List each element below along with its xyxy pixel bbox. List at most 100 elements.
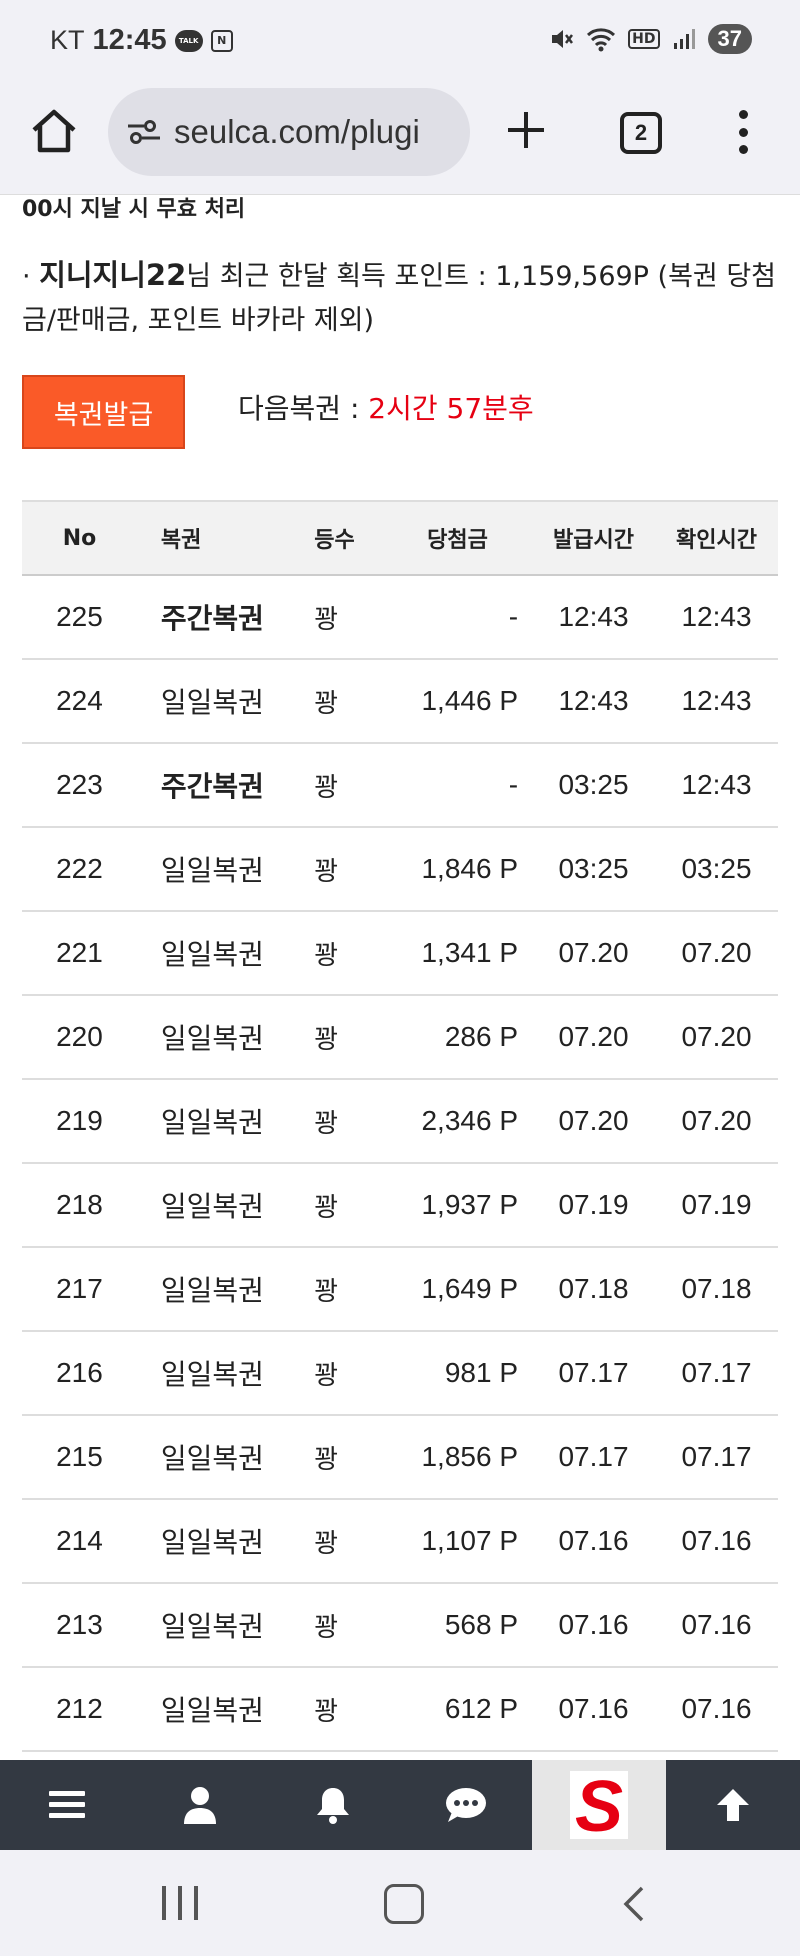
status-bar: KT 12:45 TALK N HD 37 bbox=[0, 0, 800, 82]
wifi-icon bbox=[587, 28, 616, 52]
recent-apps-icon[interactable] bbox=[162, 1886, 198, 1920]
cell-kind: 일일복권 bbox=[136, 1163, 314, 1248]
cell-checked: 07.16 bbox=[654, 1667, 778, 1752]
cell-issued: 12:43 bbox=[532, 659, 655, 744]
table-row: 220 일일복권 꽝 286 P 07.20 07.20 bbox=[22, 995, 778, 1080]
chat-icon bbox=[445, 1788, 486, 1822]
header-prize: 당첨금 bbox=[395, 500, 533, 576]
cell-no: 224 bbox=[22, 659, 137, 744]
cell-checked: 12:43 bbox=[654, 659, 778, 744]
table-row: 212 일일복권 꽝 612 P 07.16 07.16 bbox=[22, 1667, 778, 1752]
header-issued: 발급시간 bbox=[532, 500, 655, 576]
nav-profile-button[interactable] bbox=[133, 1760, 266, 1850]
table-row: 214 일일복권 꽝 1,107 P 07.16 07.16 bbox=[22, 1499, 778, 1584]
cell-checked: 12:43 bbox=[654, 575, 778, 660]
back-icon[interactable] bbox=[614, 1884, 654, 1924]
site-bottom-nav: S bbox=[0, 1760, 800, 1850]
cell-kind: 일일복권 bbox=[136, 1667, 314, 1752]
table-row: 223 주간복권 꽝 -03:25 12:43 bbox=[22, 743, 778, 828]
cell-prize: 1,446 P bbox=[395, 659, 533, 744]
cell-issued: 03:25 bbox=[532, 743, 655, 828]
cell-checked: 07.20 bbox=[654, 911, 778, 996]
cell-rank: 꽝 bbox=[313, 995, 396, 1080]
system-navigation-bar bbox=[0, 1850, 800, 1956]
cell-rank: 꽝 bbox=[313, 1499, 396, 1584]
address-bar[interactable]: seulca.com/plugi bbox=[108, 88, 470, 176]
more-menu-icon[interactable] bbox=[736, 110, 750, 154]
cell-checked: 07.20 bbox=[654, 1079, 778, 1164]
cell-rank: 꽝 bbox=[313, 1751, 396, 1760]
cell-prize: 1,649 P bbox=[395, 1247, 533, 1332]
table-row: 224 일일복권 꽝 1,446 P 12:43 12:43 bbox=[22, 659, 778, 744]
plus-icon bbox=[508, 112, 544, 148]
cell-checked: 07.20 bbox=[654, 995, 778, 1080]
cell-no: 217 bbox=[22, 1247, 137, 1332]
nav-chat-button[interactable] bbox=[399, 1760, 532, 1850]
cell-checked: 07.17 bbox=[654, 1331, 778, 1416]
table-row: 225 주간복권 꽝 -12:43 12:43 bbox=[22, 575, 778, 660]
menu-icon bbox=[48, 1791, 85, 1818]
site-settings-icon[interactable] bbox=[126, 117, 162, 147]
header-no: No bbox=[22, 500, 137, 576]
clock: 12:45 bbox=[92, 24, 167, 56]
url-text[interactable]: seulca.com/plugi bbox=[174, 113, 420, 151]
cell-prize: - bbox=[395, 743, 533, 828]
home-icon[interactable] bbox=[28, 106, 80, 158]
cell-checked: 12:43 bbox=[654, 743, 778, 828]
cell-prize: 1,204 P bbox=[395, 1751, 533, 1760]
cell-rank: 꽝 bbox=[313, 1247, 396, 1332]
tab-switcher-button[interactable]: 2 bbox=[620, 112, 662, 154]
site-logo: S bbox=[570, 1767, 628, 1843]
table-row: 217 일일복권 꽝 1,649 P 07.18 07.18 bbox=[22, 1247, 778, 1332]
cell-issued: 12:43 bbox=[532, 575, 655, 660]
cell-no: 213 bbox=[22, 1583, 137, 1668]
cell-prize: 612 P bbox=[395, 1667, 533, 1752]
cell-prize: 2,346 P bbox=[395, 1079, 533, 1164]
bell-icon bbox=[316, 1788, 349, 1824]
system-home-icon[interactable] bbox=[384, 1884, 424, 1924]
cell-no: 219 bbox=[22, 1079, 137, 1164]
cell-rank: 꽝 bbox=[313, 1079, 396, 1164]
table-header-row: No 복권 등수 당첨금 발급시간 확인시간 bbox=[22, 500, 778, 576]
cell-issued: 03:25 bbox=[532, 827, 655, 912]
cell-rank: 꽝 bbox=[313, 575, 396, 660]
table-row: 218 일일복권 꽝 1,937 P 07.19 07.19 bbox=[22, 1163, 778, 1248]
hd-icon: HD bbox=[628, 29, 660, 49]
carrier-label: KT bbox=[50, 25, 85, 55]
mute-icon bbox=[552, 30, 574, 48]
issue-lottery-button[interactable]: 복권발급 bbox=[22, 375, 185, 449]
cell-prize: 286 P bbox=[395, 995, 533, 1080]
nav-notifications-button[interactable] bbox=[266, 1760, 399, 1850]
scroll-top-button[interactable] bbox=[666, 1760, 799, 1850]
page-content: 00시 지날 시 무효 처리 · 지니지니22님 최근 한달 획득 포인트 : … bbox=[0, 195, 800, 1760]
cell-issued: 07.16 bbox=[532, 1751, 655, 1760]
cell-checked: 07.17 bbox=[654, 1415, 778, 1500]
cell-rank: 꽝 bbox=[313, 1667, 396, 1752]
logo-letter: S bbox=[575, 1767, 623, 1843]
bullet: · bbox=[22, 261, 31, 292]
cell-checked: 07.18 bbox=[654, 1247, 778, 1332]
nav-menu-button[interactable] bbox=[0, 1760, 133, 1850]
cell-issued: 07.16 bbox=[532, 1667, 655, 1752]
arrow-up-icon bbox=[716, 1789, 749, 1821]
cell-prize: - bbox=[395, 575, 533, 660]
cell-kind: 일일복권 bbox=[136, 1499, 314, 1584]
cell-prize: 1,341 P bbox=[395, 911, 533, 996]
cell-rank: 꽝 bbox=[313, 743, 396, 828]
table-row: 222 일일복권 꽝 1,846 P 03:25 03:25 bbox=[22, 827, 778, 912]
cell-kind: 일일복권 bbox=[136, 827, 314, 912]
cell-prize: 1,856 P bbox=[395, 1415, 533, 1500]
cell-rank: 꽝 bbox=[313, 1163, 396, 1248]
cell-kind: 일일복권 bbox=[136, 1415, 314, 1500]
cell-no: 222 bbox=[22, 827, 137, 912]
lottery-history-table: No 복권 등수 당첨금 발급시간 확인시간 225 주간복권 꽝 -12:43 12:… bbox=[22, 500, 778, 1760]
monthly-points-info: · 지니지니22님 최근 한달 획득 포인트 : 1,159,569P (복권 … bbox=[22, 253, 782, 343]
cell-checked: 07.19 bbox=[654, 1163, 778, 1248]
cell-prize: 1,107 P bbox=[395, 1499, 533, 1584]
cell-prize: 1,937 P bbox=[395, 1163, 533, 1248]
cell-rank: 꽝 bbox=[313, 659, 396, 744]
battery-indicator: 37 bbox=[707, 24, 752, 54]
new-tab-button[interactable] bbox=[504, 108, 548, 158]
site-logo-button[interactable]: S bbox=[532, 1760, 666, 1850]
header-checked: 확인시간 bbox=[654, 500, 778, 576]
